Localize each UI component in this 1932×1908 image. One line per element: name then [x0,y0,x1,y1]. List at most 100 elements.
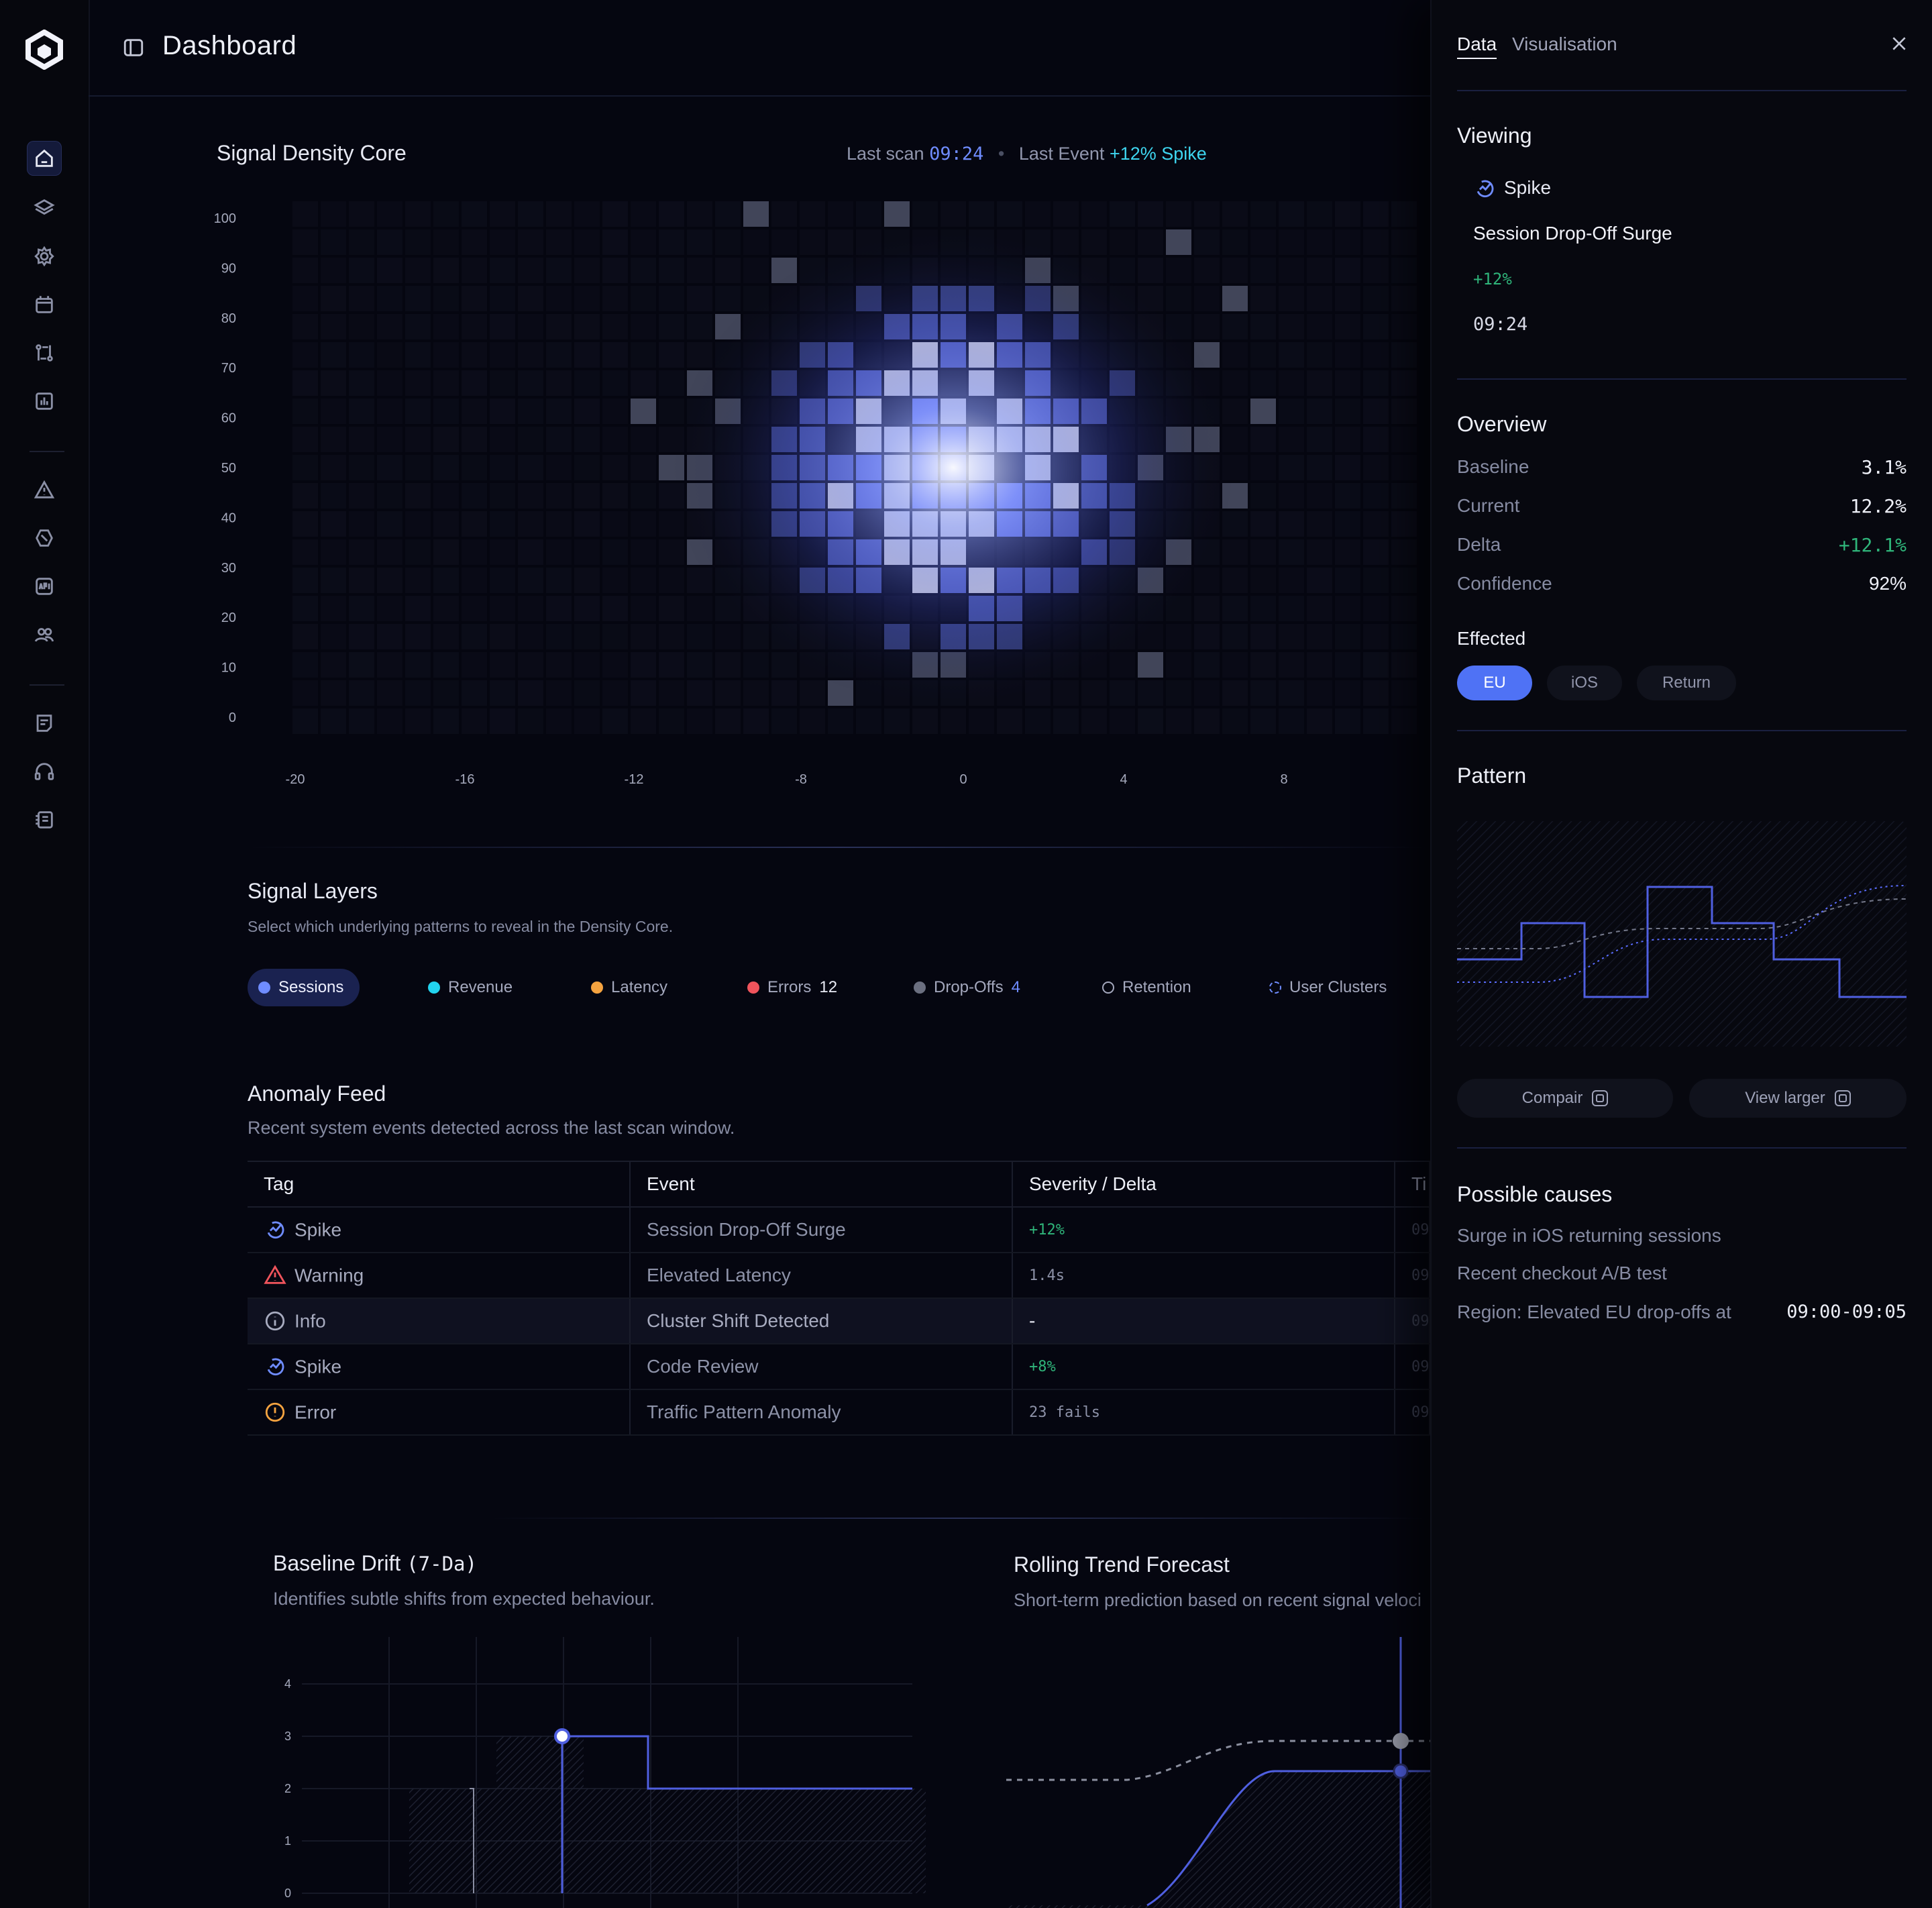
heatmap-title: Signal Density Core [217,141,407,165]
layer-chip-retention[interactable]: Retention [1102,969,1191,1006]
users-icon[interactable] [27,617,62,652]
heatmap-cell [602,483,628,509]
heatmap-cell [321,201,346,227]
heatmap-cell [969,201,994,227]
heatmap-cell [546,286,572,311]
heatmap-cell [1307,427,1332,452]
heatmap-cell [687,652,712,678]
column-header-severity[interactable]: Severity / Delta [1012,1161,1395,1208]
logo-icon[interactable] [24,30,64,70]
heatmap-cell [1250,624,1276,649]
heatmap-cell [1307,314,1332,339]
heatmap-cell [1222,286,1248,311]
heatmap-cell [687,201,712,227]
heatmap-cell [349,399,374,424]
heatmap-cell [631,539,656,565]
close-icon[interactable] [1890,35,1908,52]
home-icon[interactable] [27,141,62,176]
layer-chip-sessions[interactable]: Sessions [248,969,360,1006]
heatmap-cell [1250,596,1276,621]
rolling-trend-chart[interactable] [1006,1637,1430,1908]
heatmap-cell [828,708,853,734]
viewing-tag: Spike [1504,177,1552,198]
table-row[interactable]: Spike Code Review +8% 09 [248,1344,1430,1390]
baseline-drift-chart[interactable]: 4 3 2 1 0 [268,1637,926,1908]
heatmap-cell [377,399,402,424]
docs-icon[interactable] [27,802,62,837]
heatmap-cell [1391,708,1417,734]
heatmap-cell [490,229,515,255]
heatmap-cell [321,399,346,424]
layers-title: Signal Layers [248,879,378,903]
pattern-chart[interactable] [1457,821,1907,1047]
heatmap-cell [462,511,487,537]
effected-ios-pill[interactable]: iOS [1547,666,1622,700]
tab-data[interactable]: Data [1457,34,1497,59]
heatmap-cell [602,708,628,734]
effected-eu-pill[interactable]: EU [1457,666,1532,700]
heatmap-cell [377,258,402,283]
table-row[interactable]: Info Cluster Shift Detected - 09 [248,1298,1430,1344]
view-larger-button[interactable]: View larger [1689,1079,1907,1118]
heatmap-cell [1222,539,1248,565]
column-header-tag[interactable]: Tag [248,1161,631,1208]
table-row[interactable]: Error Traffic Pattern Anomaly 23 fails 0… [248,1389,1430,1436]
layers-icon[interactable] [27,191,62,225]
heatmap-cell [1279,455,1304,480]
table-row[interactable]: Spike Session Drop-Off Surge +12% 09 [248,1207,1430,1253]
heatmap-cell [321,568,346,593]
compare-button[interactable]: Compair [1457,1079,1673,1118]
notes-icon[interactable] [27,706,62,741]
heatmap-cell [462,624,487,649]
heatmap-y-tick: 60 [221,411,236,426]
heatmap-cell [321,596,346,621]
heatmap-cell [856,708,881,734]
layer-chip-errors[interactable]: Errors 12 [747,969,837,1006]
heatmap-cell [574,370,600,396]
headset-icon[interactable] [27,754,62,789]
heatmap-cell [631,201,656,227]
tab-visualisation[interactable]: Visualisation [1512,34,1617,55]
forecast-point[interactable] [1393,1763,1409,1779]
heatmap-cell [659,568,684,593]
table-row[interactable]: Warning Elevated Latency 1.4s 09 [248,1253,1430,1299]
heatmap-cell [1222,342,1248,368]
column-header-time[interactable]: Ti [1395,1161,1430,1208]
heatmap-cell [1025,708,1051,734]
layer-chip-revenue[interactable]: Revenue [428,969,513,1006]
layer-chip-dropoffs[interactable]: Drop-Offs 4 [914,969,1020,1006]
heatmap-cell [1391,286,1417,311]
settings-icon[interactable] [27,239,62,274]
drift-point[interactable] [554,1728,570,1744]
heatmap-x-tick: -12 [625,772,644,787]
signal-density-heatmap[interactable]: 1009080706050403020100-20 -16 -12 -8 0 4 8 [201,195,1430,798]
heatmap-cell [405,342,431,368]
layer-chip-user-clusters[interactable]: User Clusters [1269,969,1387,1006]
alert-icon[interactable] [27,472,62,507]
layer-chip-latency[interactable]: Latency [591,969,667,1006]
heatmap-cell [1138,201,1163,227]
info-icon [265,1312,285,1331]
api-icon[interactable] [27,569,62,604]
baseline-drift-title: Baseline Drift (7-Da) [273,1551,477,1575]
heatmap-cell [1335,483,1360,509]
git-compare-icon[interactable] [27,335,62,370]
bar-chart-icon[interactable] [27,384,62,419]
heatmap-cell [1335,652,1360,678]
heatmap-cell [969,708,994,734]
heatmap-cell [433,455,459,480]
tag-icon[interactable] [27,521,62,555]
calendar-icon[interactable] [27,287,62,322]
heatmap-cell [574,314,600,339]
heatmap-cell [321,314,346,339]
heatmap-cell [800,229,825,255]
column-header-event[interactable]: Event [630,1161,1013,1208]
effected-return-pill[interactable]: Return [1637,666,1736,700]
forecast-dashed-point[interactable] [1393,1733,1409,1749]
heatmap-cell [574,680,600,706]
heatmap-cell [1194,624,1220,649]
viewing-time: 09:24 [1473,314,1528,335]
heatmap-cell [490,455,515,480]
heatmap-cell [462,258,487,283]
sidebar-toggle-icon[interactable] [122,36,145,59]
